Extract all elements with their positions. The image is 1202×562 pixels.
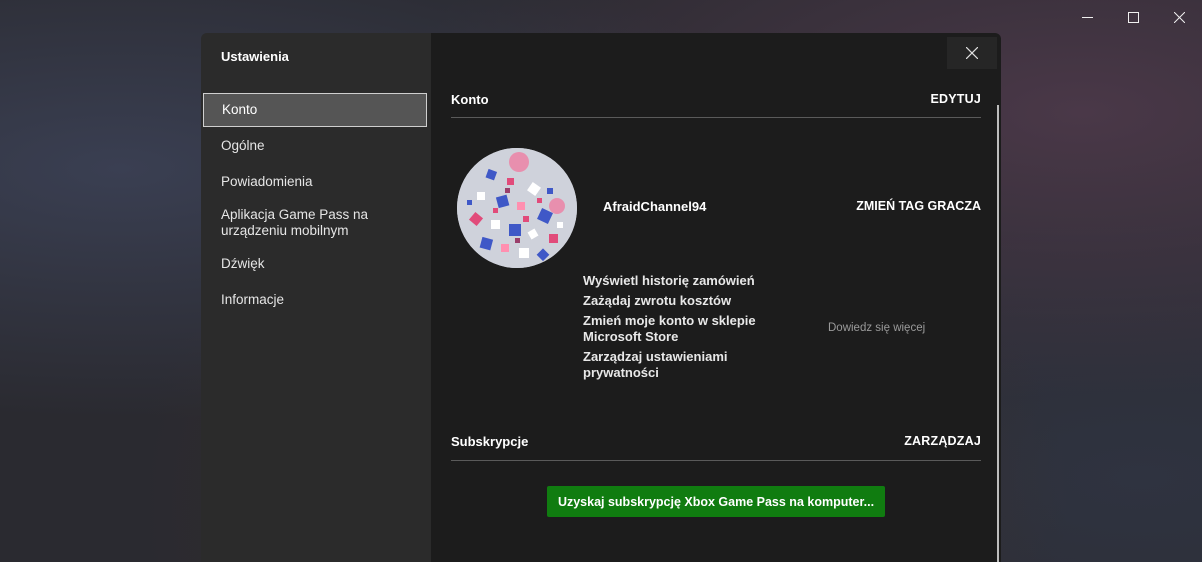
minimize-button[interactable] <box>1064 0 1110 34</box>
sidebar-item-label: Ogólne <box>221 138 265 153</box>
settings-sidebar: Ustawienia Konto Ogólne Powiadomienia Ap… <box>201 33 431 562</box>
sidebar-item-label: Powiadomienia <box>221 174 313 189</box>
close-icon <box>966 47 978 59</box>
close-window-button[interactable] <box>1156 0 1202 34</box>
subscriptions-section-header: Subskrypcje ZARZĄDZAJ <box>451 431 981 451</box>
settings-dialog: Ustawienia Konto Ogólne Powiadomienia Ap… <box>201 33 1001 562</box>
avatar[interactable] <box>457 148 577 268</box>
minimize-icon <box>1081 16 1093 18</box>
get-gamepass-button[interactable]: Uzyskaj subskrypcję Xbox Game Pass na ko… <box>547 486 885 517</box>
gamertag: AfraidChannel94 <box>603 199 707 214</box>
sidebar-item-about[interactable]: Informacje <box>203 283 427 317</box>
avatar-image <box>457 148 577 268</box>
settings-content: Konto EDYTUJ AfraidChannel94 ZMIEŃ TAG G… <box>431 33 1001 562</box>
sidebar-item-label: Konto <box>222 102 258 117</box>
divider <box>451 117 981 118</box>
subscriptions-section-title: Subskrypcje <box>451 433 529 449</box>
scrollbar[interactable] <box>997 105 999 562</box>
sidebar-item-label: Aplikacja Game Pass na urządzeniu mobiln… <box>221 207 369 238</box>
close-window-icon <box>1173 11 1185 23</box>
maximize-icon <box>1127 11 1139 23</box>
learn-more-link[interactable]: Dowiedz się więcej <box>828 322 925 334</box>
account-links: Wyświetl historię zamówień Zażądaj zwrot… <box>583 273 783 385</box>
sidebar-title: Ustawienia <box>221 49 289 64</box>
sidebar-item-label: Informacje <box>221 292 285 307</box>
edit-button[interactable]: EDYTUJ <box>930 92 981 106</box>
sidebar-item-label: Dźwięk <box>221 256 265 271</box>
divider <box>451 460 981 461</box>
sidebar-item-general[interactable]: Ogólne <box>203 129 427 163</box>
sidebar-item-notifications[interactable]: Powiadomienia <box>203 165 427 199</box>
change-gamertag-button[interactable]: ZMIEŃ TAG GRACZA <box>856 199 981 213</box>
close-dialog-button[interactable] <box>947 37 997 69</box>
maximize-button[interactable] <box>1110 0 1156 34</box>
sidebar-item-gamepass-mobile[interactable]: Aplikacja Game Pass na urządzeniu mobiln… <box>203 201 427 245</box>
account-section-title: Konto <box>451 91 489 107</box>
manage-button[interactable]: ZARZĄDZAJ <box>904 434 981 448</box>
request-refund-link[interactable]: Zażądaj zwrotu kosztów <box>583 293 783 309</box>
sidebar-item-sound[interactable]: Dźwięk <box>203 247 427 281</box>
privacy-settings-link[interactable]: Zarządzaj ustawieniami prywatności <box>583 349 783 381</box>
change-store-account-link[interactable]: Zmień moje konto w sklepie Microsoft Sto… <box>583 313 783 345</box>
sidebar-item-account[interactable]: Konto <box>203 93 427 127</box>
account-section-header: Konto EDYTUJ <box>451 89 981 109</box>
order-history-link[interactable]: Wyświetl historię zamówień <box>583 273 783 289</box>
window-controls <box>1064 0 1202 34</box>
